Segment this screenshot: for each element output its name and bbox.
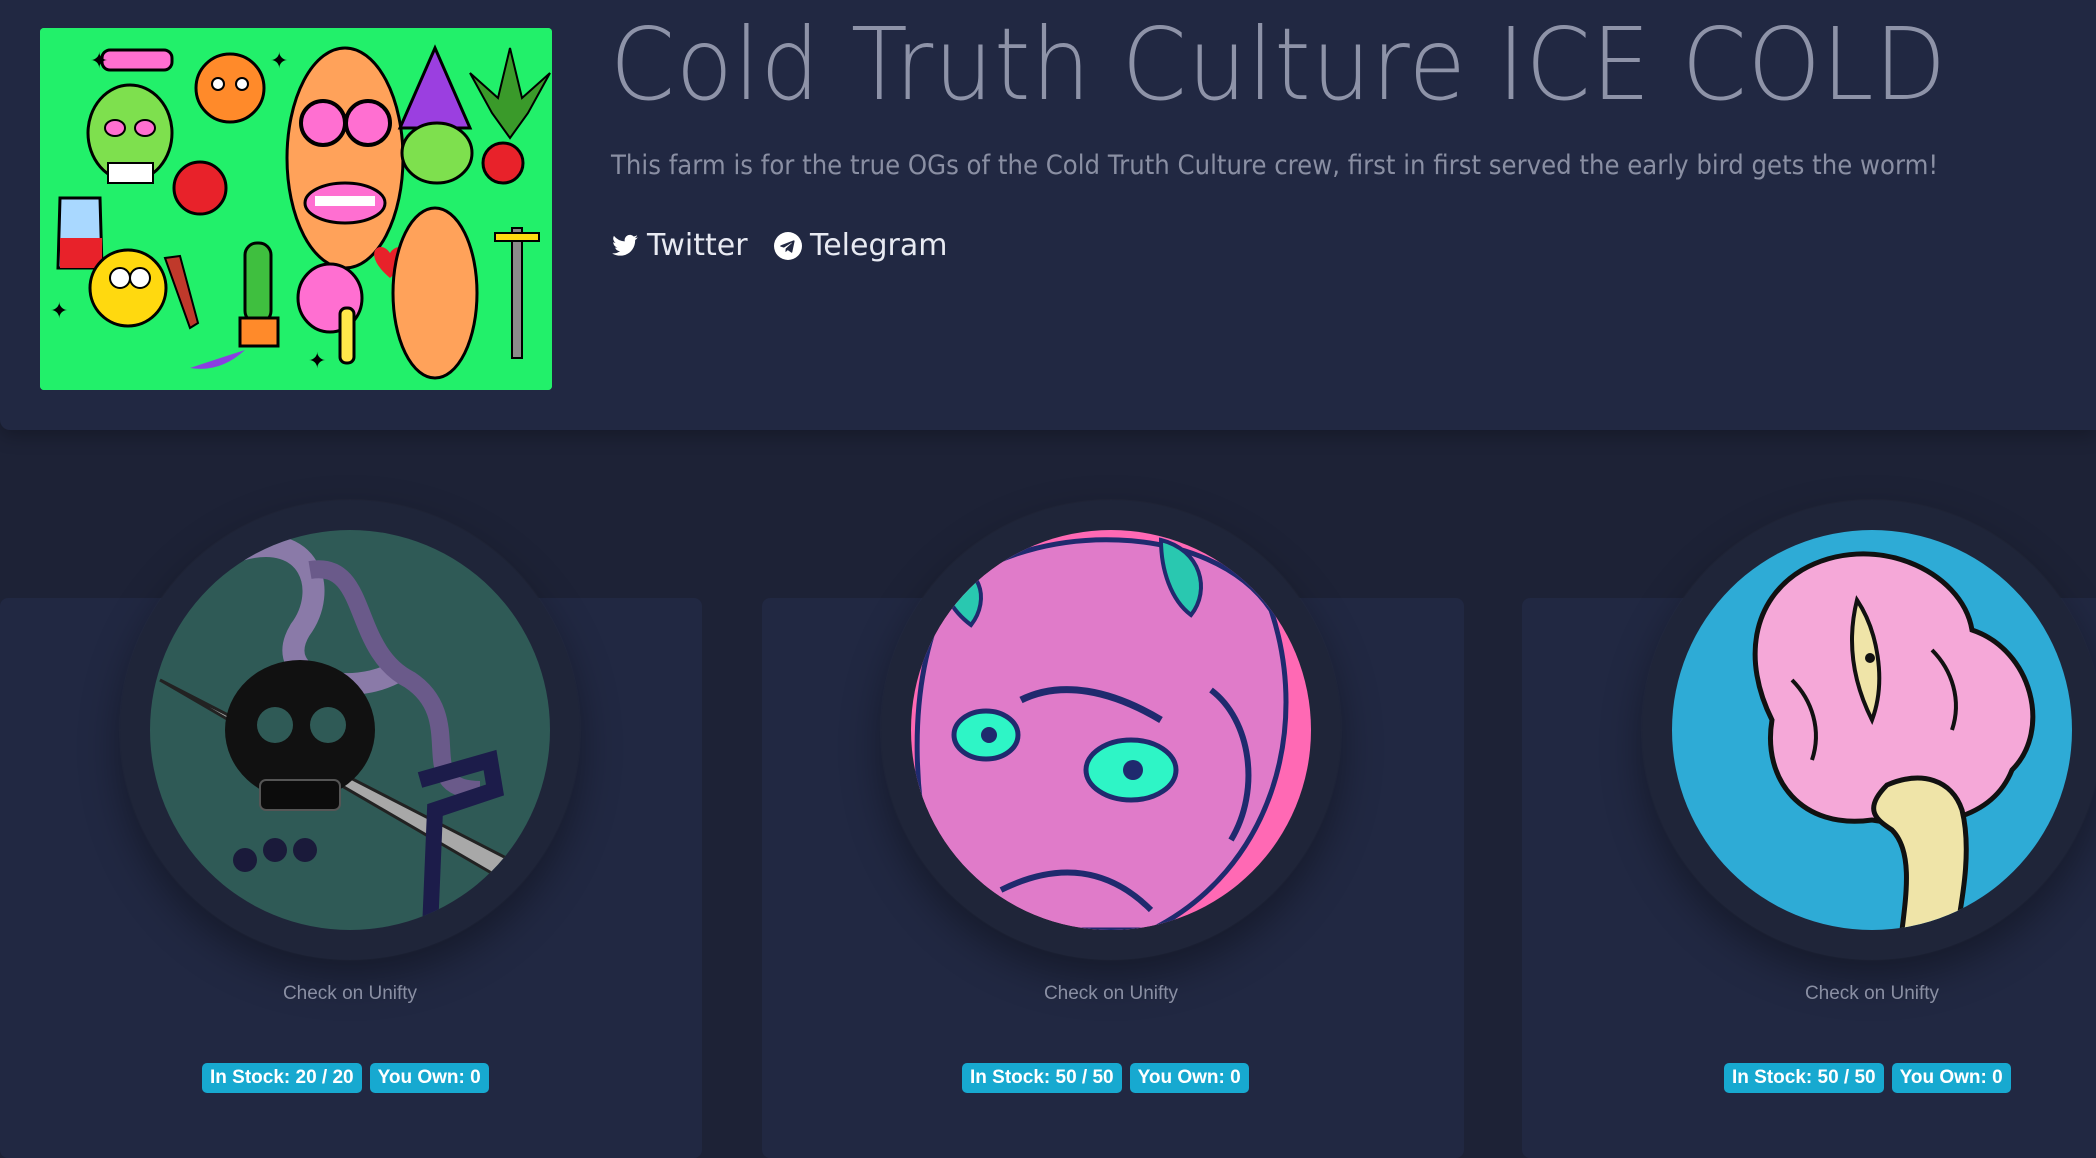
in-stock-badge: In Stock: 50 / 50 bbox=[962, 1063, 1122, 1093]
you-own-badge: You Own: 0 bbox=[1891, 1063, 2011, 1093]
farm-header: ✦ ✦ ✦ ✦ Cold Truth Culture ICE COLD This… bbox=[0, 0, 2096, 430]
farm-title: Cold Truth Culture ICE COLD bbox=[610, 6, 1948, 123]
check-on-unifty-link[interactable]: Check on Unifty bbox=[911, 983, 1311, 1005]
you-own-badge: You Own: 0 bbox=[369, 1063, 489, 1093]
card-badges: In Stock: 50 / 50 You Own: 0 bbox=[962, 1063, 1249, 1093]
twitter-link[interactable]: Twitter bbox=[611, 228, 748, 263]
nft-image-frame bbox=[1642, 500, 2096, 960]
nft-image[interactable] bbox=[150, 530, 550, 930]
nft-image[interactable] bbox=[911, 530, 1311, 930]
svg-text:✦: ✦ bbox=[50, 298, 68, 323]
twitter-label: Twitter bbox=[647, 228, 748, 263]
twitter-icon bbox=[612, 234, 638, 256]
farm-banner-image: ✦ ✦ ✦ ✦ bbox=[40, 28, 552, 390]
svg-text:✦: ✦ bbox=[90, 48, 108, 73]
telegram-label: Telegram bbox=[810, 228, 948, 263]
nft-image[interactable] bbox=[1672, 530, 2072, 930]
card-badges: In Stock: 20 / 20 You Own: 0 bbox=[202, 1063, 489, 1093]
svg-text:✦: ✦ bbox=[270, 48, 288, 73]
check-on-unifty-link[interactable]: Check on Unifty bbox=[1672, 983, 2072, 1005]
check-on-unifty-link[interactable]: Check on Unifty bbox=[150, 983, 550, 1005]
nft-image-frame bbox=[881, 500, 1341, 960]
farm-description: This farm is for the true OGs of the Col… bbox=[611, 150, 1939, 181]
in-stock-badge: In Stock: 50 / 50 bbox=[1724, 1063, 1884, 1093]
nft-image-frame bbox=[120, 500, 580, 960]
telegram-link[interactable]: Telegram bbox=[774, 228, 947, 263]
in-stock-badge: In Stock: 20 / 20 bbox=[202, 1063, 362, 1093]
svg-text:✦: ✦ bbox=[308, 348, 326, 373]
card-badges: In Stock: 50 / 50 You Own: 0 bbox=[1724, 1063, 2011, 1093]
you-own-badge: You Own: 0 bbox=[1129, 1063, 1249, 1093]
telegram-icon bbox=[774, 231, 802, 260]
